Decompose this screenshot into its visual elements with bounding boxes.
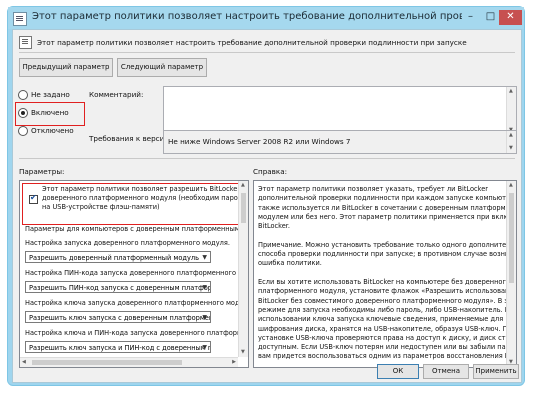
tpm-startup-select[interactable]: Разрешить доверенный платформенный модул… <box>25 251 211 263</box>
help-line: модулем или без него. Этот параметр поли… <box>258 212 517 221</box>
radio-enabled[interactable] <box>18 108 28 118</box>
minimize-button[interactable]: – <box>460 10 481 25</box>
tpm-pin-label: Настройка ПИН-кода запуска доверенного п… <box>25 269 244 277</box>
tpm-key-value: Разрешить ключ запуска с доверенным плат… <box>29 314 210 322</box>
options-vertical-thumb[interactable] <box>241 193 246 223</box>
dialog-client-area: Этот параметр политики позволяет настрои… <box>12 29 522 383</box>
options-horizontal-thumb[interactable] <box>32 360 182 365</box>
apply-button[interactable]: Применить <box>473 364 519 379</box>
radio-disabled-label: Отключено <box>31 126 74 135</box>
close-button[interactable]: ✕ <box>499 10 522 25</box>
scroll-down-arrow-icon[interactable]: ▼ <box>509 146 513 151</box>
scroll-up-arrow-icon[interactable]: ▲ <box>509 133 513 138</box>
help-line: шифрования диска, хранятся на USB-накопи… <box>258 324 517 333</box>
help-line: установке USB-ключа проверяются права на… <box>258 333 517 342</box>
tpm-startup-value: Разрешить доверенный платформенный модул… <box>29 254 199 262</box>
help-panel[interactable]: Этот параметр политики позволяет указать… <box>253 180 517 368</box>
scroll-up-arrow-icon[interactable]: ▲ <box>509 89 513 94</box>
supported-scrollbar[interactable]: ▲ ▼ <box>506 131 516 153</box>
help-line: доступным. Если USB-ключ потерян или нед… <box>258 343 517 352</box>
help-line: BitLocker без совместимого доверенного п… <box>258 296 517 305</box>
tpm-key-select[interactable]: Разрешить ключ запуска с доверенным плат… <box>25 311 211 323</box>
scroll-left-arrow-icon[interactable]: ◀ <box>22 360 26 365</box>
chevron-down-icon: ▼ <box>202 314 207 321</box>
help-line: Если вы хотите использовать BitLocker на… <box>258 278 510 286</box>
scroll-up-arrow-icon[interactable]: ▲ <box>241 183 245 188</box>
options-panel[interactable]: Этот параметр политики позволяет разреши… <box>19 180 249 368</box>
chevron-down-icon: ▼ <box>202 344 207 351</box>
cancel-button[interactable]: Отмена <box>423 364 469 379</box>
tpm-keypin-value: Разрешить ключ запуска и ПИН-код с довер… <box>29 344 210 352</box>
scroll-up-arrow-icon[interactable]: ▲ <box>509 183 513 188</box>
maximize-button[interactable]: □ <box>480 10 501 25</box>
ok-button[interactable]: ОК <box>377 364 419 379</box>
help-line: BitLocker. <box>258 222 290 231</box>
options-section-label: Параметры: <box>19 167 65 176</box>
previous-setting-button[interactable]: Предыдущий параметр <box>19 58 113 77</box>
scroll-right-arrow-icon[interactable]: ▶ <box>232 360 236 365</box>
help-line: вам придется воспользоваться одним из па… <box>258 352 517 361</box>
help-line: использовании ключа запуска ключевые све… <box>258 315 504 324</box>
next-setting-button[interactable]: Следующий параметр <box>117 58 207 77</box>
tpm-keypin-label: Настройка ключа и ПИН-кода запуска довер… <box>25 329 242 337</box>
window-title: Этот параметр политики позволяет настрои… <box>32 11 462 22</box>
supported-on-label: Требования к версии: <box>89 134 172 143</box>
tpm-startup-label: Настройка запуска доверенного платформен… <box>25 239 230 247</box>
computers-with-tpm-text: Параметры для компьютеров с доверенным п… <box>25 225 247 233</box>
dialog-window: Этот параметр политики позволяет настрои… <box>7 6 525 386</box>
tpm-keypin-select[interactable]: Разрешить ключ запуска и ПИН-код с довер… <box>25 341 211 353</box>
radio-not-configured[interactable] <box>18 90 28 100</box>
checkbox-label-line1: доверенного платформенного модуля (необх… <box>42 194 249 202</box>
allow-without-tpm-checkbox[interactable] <box>29 193 38 204</box>
options-intro-text: Этот параметр политики позволяет разреши… <box>42 185 249 193</box>
chevron-down-icon: ▼ <box>202 254 207 261</box>
help-vertical-scrollbar[interactable]: ▲ ▼ <box>506 181 516 367</box>
header-divider <box>19 52 515 53</box>
scroll-down-arrow-icon[interactable]: ▼ <box>241 350 245 355</box>
chevron-down-icon: ▼ <box>202 284 207 291</box>
comment-scrollbar[interactable]: ▲ ▼ <box>506 87 516 135</box>
supported-on-value: Не ниже Windows Server 2008 R2 или Windo… <box>168 137 351 146</box>
help-line: дополнительной проверки подлинности при … <box>258 194 517 203</box>
tpm-pin-select[interactable]: Разрешить ПИН-код запуска с доверенным п… <box>25 281 211 293</box>
title-bar[interactable]: Этот параметр политики позволяет настрои… <box>8 7 524 29</box>
help-line: Этот параметр политики позволяет указать… <box>258 185 488 193</box>
tpm-pin-value: Разрешить ПИН-код запуска с доверенным п… <box>29 284 210 292</box>
options-vertical-scrollbar[interactable]: ▲ ▼ <box>238 181 248 357</box>
help-line: способа проверки подлинности при запуске… <box>258 250 517 259</box>
policy-settings-icon <box>13 12 27 26</box>
help-section-label: Справка: <box>253 167 288 176</box>
help-line: режиме для запуска необходимы либо парол… <box>258 305 517 314</box>
help-line: Примечание. Можно установить требование … <box>258 240 517 249</box>
section-divider <box>19 158 515 159</box>
help-vertical-thumb[interactable] <box>509 193 514 283</box>
radio-enabled-label: Включено <box>31 108 69 117</box>
help-line: ошибка политики. <box>258 259 322 268</box>
help-line: также используется ли BitLocker в сочета… <box>258 203 517 212</box>
checkbox-label-line2: на USB-устройстве флэш-памяти) <box>42 203 160 211</box>
radio-disabled[interactable] <box>18 126 28 136</box>
comment-input[interactable]: ▲ ▼ <box>163 86 517 136</box>
help-line: платформенного модуля, установите флажок… <box>258 287 517 296</box>
policy-name: Этот параметр политики позволяет настрои… <box>37 38 467 47</box>
supported-on-field: Не ниже Windows Server 2008 R2 или Windo… <box>163 130 517 154</box>
policy-icon <box>19 36 32 49</box>
comment-label: Комментарий: <box>89 90 144 99</box>
options-horizontal-scrollbar[interactable]: ◀ ▶ <box>20 357 238 367</box>
radio-not-configured-label: Не задано <box>31 90 70 99</box>
tpm-key-label: Настройка ключа запуска доверенного плат… <box>25 299 244 307</box>
